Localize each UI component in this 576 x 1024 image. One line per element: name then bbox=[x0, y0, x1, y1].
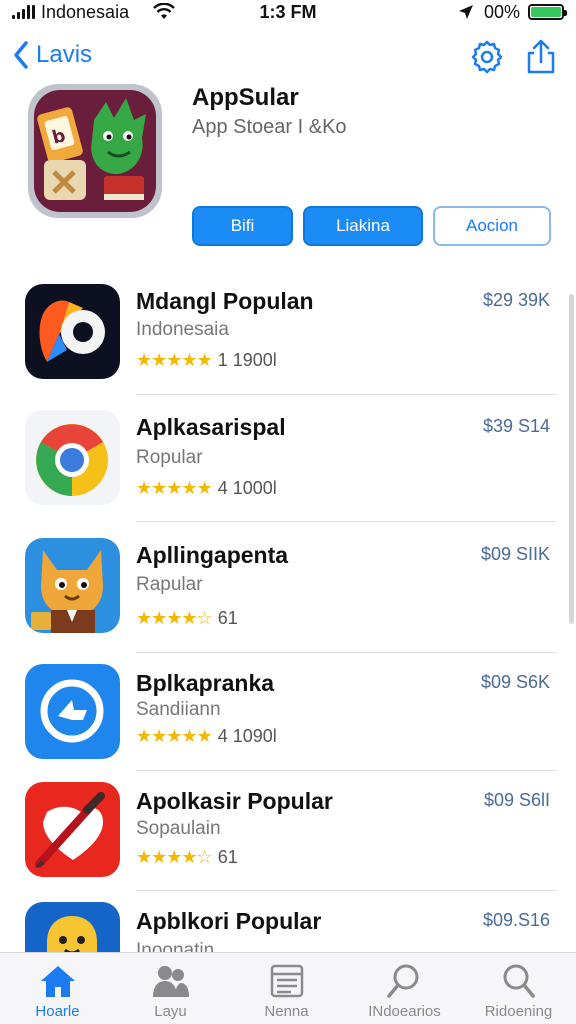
rating-stars: ★★★★☆ bbox=[136, 847, 213, 867]
rating-stars: ★★★★★ bbox=[136, 350, 213, 370]
app-title: Apllingapenta bbox=[136, 542, 289, 568]
action-button-1[interactable]: Bifi bbox=[192, 206, 293, 246]
app-title: Apolkasir Popular bbox=[136, 788, 333, 814]
app-subtitle: Sopaulain bbox=[136, 818, 221, 839]
app-subtitle: Rapular bbox=[136, 574, 203, 595]
app-price: $29 39K bbox=[482, 290, 550, 310]
app-price: $09 SIIK bbox=[480, 544, 550, 564]
app-title: Apblkori Popular bbox=[136, 908, 322, 934]
tab-label: INdoearios bbox=[368, 1003, 441, 1020]
list-item[interactable]: Apolkasir Popular Sopaulain ★★★★☆ 61 $09… bbox=[0, 782, 576, 886]
divider bbox=[136, 652, 556, 653]
media-app-icon bbox=[25, 284, 120, 379]
status-bar: Indonesaia 1:3 FM 00% bbox=[0, 0, 576, 26]
action-button-3[interactable]: Aocion bbox=[433, 206, 551, 246]
app-subtitle: Inoonatin bbox=[136, 940, 215, 952]
app-subtitle: App Stoear I &Ko bbox=[192, 116, 347, 138]
rating-count: 4 1090l bbox=[217, 726, 277, 746]
tab-search-2[interactable]: Ridoening bbox=[461, 953, 576, 1024]
list-item[interactable]: Bplkapranka Sandiiann ★★★★★ 4 1090l $09 … bbox=[0, 664, 576, 768]
app-price: $09 S6lI bbox=[483, 790, 550, 810]
back-label: Lavis bbox=[36, 41, 93, 68]
tab-label: Hoarle bbox=[35, 1003, 80, 1020]
app-rating: ★★★★★ 4 1000l bbox=[136, 478, 277, 499]
divider bbox=[136, 890, 556, 891]
search-icon bbox=[503, 964, 535, 998]
rating-count: 61 bbox=[217, 847, 238, 867]
tab-bar: Hoarle Layu Nenna INdoearios Ridoening bbox=[0, 952, 576, 1024]
chevron-left-icon bbox=[14, 41, 28, 69]
app-title: Aplkasarispal bbox=[136, 414, 286, 440]
app-title: Bplkapranka bbox=[136, 670, 275, 696]
tab-people[interactable]: Layu bbox=[113, 953, 228, 1024]
tab-list[interactable]: Nenna bbox=[229, 953, 344, 1024]
rating-count: 61 bbox=[217, 608, 238, 628]
list-item[interactable]: Apblkori Popular Inoonatin $09.S16 bbox=[0, 902, 576, 952]
search-icon bbox=[386, 964, 418, 998]
app-hero-icon: b bbox=[28, 84, 162, 218]
list-icon bbox=[270, 964, 303, 998]
people-icon bbox=[152, 966, 189, 997]
tab-label: Ridoening bbox=[484, 1003, 553, 1020]
tab-label: Layu bbox=[154, 1003, 187, 1020]
divider bbox=[136, 521, 556, 522]
rating-stars: ★★★★★ bbox=[136, 478, 213, 498]
back-button[interactable]: Lavis bbox=[12, 40, 92, 70]
app-rating: ★★★★★ 4 1090l bbox=[136, 726, 277, 747]
blue-arrow-app-icon bbox=[25, 664, 120, 759]
tab-search[interactable]: INdoearios bbox=[347, 953, 462, 1024]
battery-icon bbox=[528, 4, 567, 20]
list-item[interactable]: Aplkasarispal Ropular ★★★★★ 4 1000l $39 … bbox=[0, 410, 576, 520]
divider bbox=[136, 394, 556, 395]
settings-icon[interactable] bbox=[468, 38, 506, 76]
rating-stars: ★★★★☆ bbox=[136, 608, 213, 628]
app-subtitle: Indonesaia bbox=[136, 319, 229, 340]
scrollbar[interactable] bbox=[569, 294, 574, 624]
chrome-icon bbox=[25, 410, 120, 505]
app-subtitle: Sandiiann bbox=[136, 699, 221, 720]
tab-label: Nenna bbox=[264, 1003, 309, 1020]
tab-home[interactable]: Hoarle bbox=[0, 953, 115, 1024]
app-rating: ★★★★☆ 61 bbox=[136, 608, 238, 629]
battery-percent: 00% bbox=[484, 2, 521, 22]
rating-stars: ★★★★★ bbox=[136, 726, 213, 746]
rating-count: 4 1000l bbox=[217, 478, 277, 498]
divider bbox=[136, 770, 556, 771]
app-subtitle: Ropular bbox=[136, 447, 203, 468]
pen-app-icon bbox=[25, 782, 120, 877]
location-arrow-icon bbox=[459, 5, 473, 19]
app-price: $09.S16 bbox=[482, 910, 550, 930]
app-price: $39 S14 bbox=[482, 416, 550, 436]
app-rating: ★★★★★ 1 1900l bbox=[136, 350, 277, 371]
app-title: AppSular bbox=[192, 84, 299, 111]
yellow-character-icon bbox=[25, 902, 120, 952]
list-item[interactable]: Mdangl Populan Indonesaia ★★★★★ 1 1900l … bbox=[0, 284, 576, 394]
home-icon bbox=[40, 966, 75, 997]
app-title: Mdangl Populan bbox=[136, 288, 314, 314]
rating-count: 1 1900l bbox=[217, 350, 277, 370]
app-price: $09 S6K bbox=[480, 672, 550, 692]
cat-game-icon bbox=[25, 538, 120, 633]
action-button-2[interactable]: Liakina bbox=[303, 206, 423, 246]
share-icon[interactable] bbox=[522, 38, 560, 76]
app-rating: ★★★★☆ 61 bbox=[136, 847, 238, 868]
list-item[interactable]: Apllingapenta Rapular ★★★★☆ 61 $09 SIIK bbox=[0, 538, 576, 648]
